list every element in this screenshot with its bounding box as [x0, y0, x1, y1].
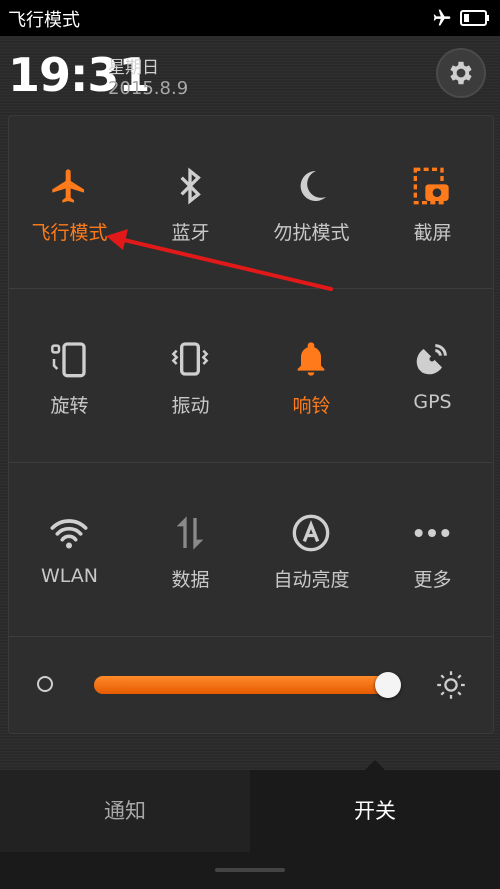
wifi-icon	[49, 513, 89, 553]
toggle-label: WLAN	[40, 565, 99, 587]
tab-notifications[interactable]: 通知	[0, 770, 250, 852]
settings-button[interactable]	[436, 48, 486, 98]
brightness-low-icon	[37, 676, 53, 692]
screenshot-icon	[412, 166, 452, 206]
toggle-mobile-data[interactable]: 数据	[130, 463, 251, 637]
toggle-auto-brightness[interactable]: 自动亮度	[251, 463, 372, 637]
toggle-label: 自动亮度	[273, 569, 350, 591]
rotation-lock-icon	[49, 339, 89, 379]
gear-icon	[450, 61, 472, 85]
toggle-label: 数据	[171, 569, 210, 591]
toggle-gps[interactable]: GPS	[372, 289, 493, 463]
brightness-high-icon	[437, 671, 465, 699]
toggle-vibrate[interactable]: 振动	[130, 289, 251, 463]
tab-toggles[interactable]: 开关	[250, 770, 500, 852]
toggle-rotation-lock[interactable]: 旋转	[9, 289, 130, 463]
gps-icon	[412, 339, 452, 379]
toggle-screenshot[interactable]: 截屏	[372, 116, 493, 290]
more-icon	[412, 513, 452, 553]
weekday: 星期日	[108, 58, 159, 78]
airplane-icon	[433, 9, 451, 26]
toggle-label: 振动	[171, 395, 210, 417]
vibrate-icon	[170, 339, 210, 379]
brightness-slider-fill	[94, 676, 388, 694]
battery-icon	[460, 10, 489, 26]
selected-tab-indicator	[363, 760, 387, 772]
toggle-airplane-mode[interactable]: 飞行模式	[9, 116, 130, 290]
drag-handle[interactable]	[215, 868, 285, 872]
toggle-do-not-disturb[interactable]: 勿扰模式	[251, 116, 372, 290]
tab-bar: 通知 开关	[0, 760, 500, 889]
status-bar-title: 飞行模式	[8, 10, 80, 31]
toggle-label: 勿扰模式	[273, 222, 350, 244]
toggle-label: 蓝牙	[171, 222, 210, 244]
mobile-data-icon	[170, 513, 210, 553]
brightness-slider[interactable]	[94, 672, 401, 698]
bell-icon	[291, 339, 331, 379]
toggle-label: 更多	[413, 569, 452, 591]
status-bar: 飞行模式	[0, 0, 500, 36]
auto-brightness-icon	[291, 513, 331, 553]
brightness-control	[9, 636, 493, 733]
bluetooth-icon	[170, 166, 210, 206]
toggle-label: GPS	[413, 391, 452, 413]
quick-toggles-panel: 飞行模式 蓝牙 勿扰模式 截屏 旋转 振动 响铃 GPS WLAN 数据 自动亮…	[8, 115, 494, 734]
toggle-label: 旋转	[50, 395, 89, 417]
date: 2015.8.9	[108, 78, 189, 99]
airplane-icon	[49, 166, 89, 206]
toggle-label: 截屏	[413, 222, 452, 244]
toggle-wlan[interactable]: WLAN	[9, 463, 130, 637]
toggle-ringer[interactable]: 响铃	[251, 289, 372, 463]
toggle-label: 响铃	[292, 395, 331, 417]
moon-icon	[291, 166, 331, 206]
toggle-more[interactable]: 更多	[372, 463, 493, 637]
toggle-label: 飞行模式	[31, 222, 108, 244]
brightness-slider-thumb[interactable]	[375, 672, 401, 698]
toggle-bluetooth[interactable]: 蓝牙	[130, 116, 251, 290]
